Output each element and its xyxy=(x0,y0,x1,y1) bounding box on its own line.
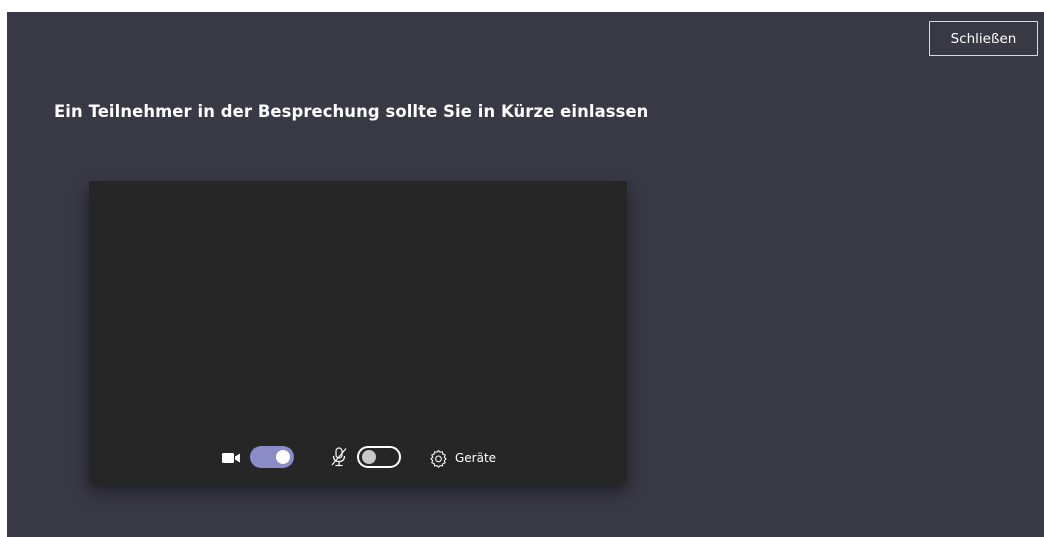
gear-icon xyxy=(430,449,447,468)
waiting-message: Ein Teilnehmer in der Besprechung sollte… xyxy=(54,102,649,121)
camera-toggle-knob xyxy=(276,450,290,464)
microphone-off-icon[interactable] xyxy=(330,447,348,467)
video-preview: Geräte xyxy=(89,181,627,483)
video-camera-icon[interactable] xyxy=(222,452,241,464)
microphone-toggle[interactable] xyxy=(357,446,401,468)
device-controls: Geräte xyxy=(89,181,627,483)
pre-join-screen: Schließen Ein Teilnehmer in der Besprech… xyxy=(7,12,1044,537)
devices-button[interactable]: Geräte xyxy=(429,446,496,470)
camera-toggle[interactable] xyxy=(250,446,294,468)
microphone-toggle-knob xyxy=(362,450,376,464)
close-button[interactable]: Schließen xyxy=(929,21,1038,56)
devices-label: Geräte xyxy=(455,451,497,465)
